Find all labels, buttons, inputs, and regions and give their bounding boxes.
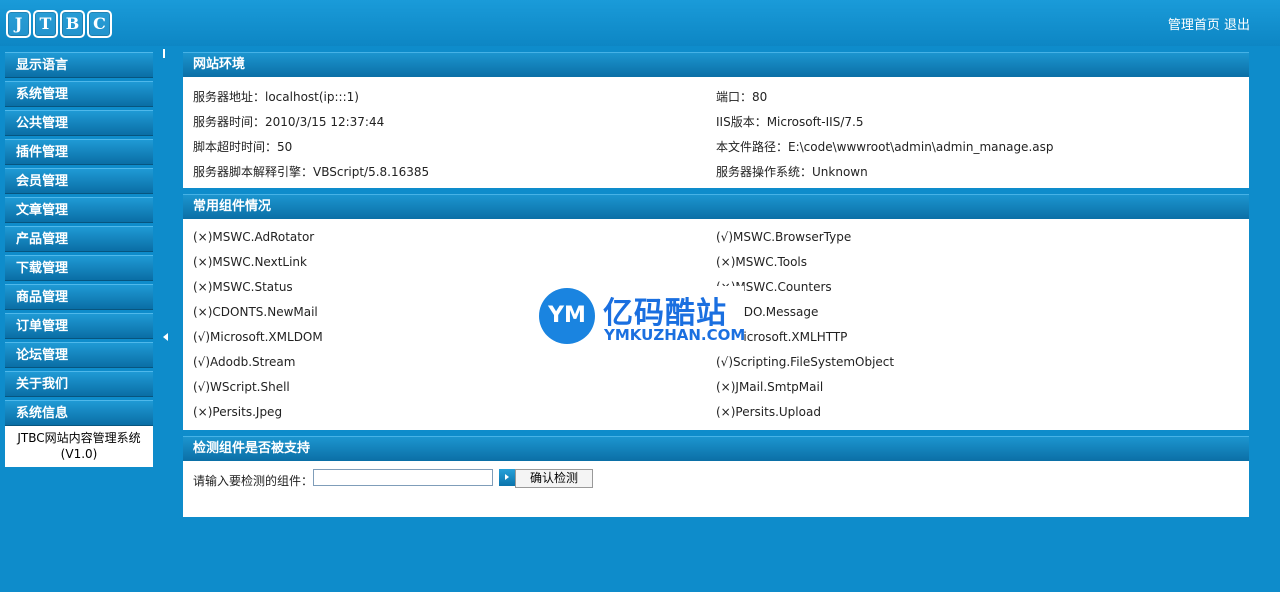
panel-body: 服务器地址：localhost(ip:::1) 服务器时间：2010/3/15 …: [183, 77, 1249, 188]
sidebar-item-members[interactable]: 会员管理: [5, 168, 153, 194]
sidebar-item-products[interactable]: 产品管理: [5, 226, 153, 252]
env-script-engine: 服务器脚本解释引擎：VBScript/5.8.16385: [193, 165, 430, 179]
component-item: (×)Persits.Upload: [716, 405, 821, 419]
component-item: (√)Microsoft.XMLDOM: [193, 330, 323, 344]
sidebar: 显示语言 系统管理 公共管理 插件管理 会员管理 文章管理 产品管理 下载管理 …: [5, 52, 153, 467]
component-item: (×)JMail.SmtpMail: [716, 380, 824, 394]
jtbc-logo[interactable]: J T B C: [6, 10, 112, 38]
watermark-logo-icon: YM: [539, 288, 595, 344]
sidebar-item-system-info[interactable]: 系统信息: [5, 400, 153, 426]
logo-letter: J: [6, 10, 31, 38]
sidebar-item-system[interactable]: 系统管理: [5, 81, 153, 107]
sidebar-item-about[interactable]: 关于我们: [5, 371, 153, 397]
env-server-time: 服务器时间：2010/3/15 12:37:44: [193, 115, 385, 129]
logo-letter: T: [33, 10, 58, 38]
component-item: (√)Scripting.FileSystemObject: [716, 355, 895, 369]
component-item: (×)Persits.Jpeg: [193, 405, 283, 419]
component-item: (×)MSWC.AdRotator: [193, 230, 315, 244]
component-item: (×)MSWC.NextLink: [193, 255, 307, 269]
check-prompt-label: 请输入要检测的组件：: [193, 474, 314, 488]
sidebar-item-public[interactable]: 公共管理: [5, 110, 153, 136]
env-server-address: 服务器地址：localhost(ip:::1): [193, 90, 359, 104]
logo-letter: C: [87, 10, 112, 38]
top-bar: J T B C 管理首页 退出: [0, 0, 1280, 46]
logout-link[interactable]: 退出: [1224, 18, 1250, 33]
panel-title: 网站环境: [183, 52, 1249, 77]
env-server-os: 服务器操作系统：Unknown: [716, 165, 868, 179]
env-port: 端口：80: [716, 90, 768, 104]
panel-body: 请输入要检测的组件： 确认检测: [183, 461, 1249, 517]
env-file-path: 本文件路径：E:\code\wwwroot\admin\admin_manage…: [716, 140, 1054, 154]
component-name-input[interactable]: [313, 469, 493, 486]
component-item: (×)MSWC.Status: [193, 280, 293, 294]
sidebar-item-orders[interactable]: 订单管理: [5, 313, 153, 339]
panel-title: 常用组件情况: [183, 194, 1249, 219]
check-component-panel: 检测组件是否被支持 请输入要检测的组件： 确认检测: [183, 436, 1249, 517]
environment-panel: 网站环境 服务器地址：localhost(ip:::1) 服务器时间：2010/…: [183, 52, 1249, 188]
component-item: (√)MSWC.BrowserType: [716, 230, 852, 244]
sidebar-item-plugins[interactable]: 插件管理: [5, 139, 153, 165]
watermark: YM 亿码酷站 YMKUZHAN.COM: [539, 286, 746, 346]
env-script-timeout: 脚本超时时间：50: [193, 140, 293, 154]
top-links: 管理首页 退出: [1168, 14, 1250, 33]
sidebar-item-goods[interactable]: 商品管理: [5, 284, 153, 310]
component-item: (√)WScript.Shell: [193, 380, 290, 394]
system-name: JTBC网站内容管理系统: [17, 431, 141, 445]
sidebar-item-downloads[interactable]: 下载管理: [5, 255, 153, 281]
collapse-sidebar-icon[interactable]: [163, 333, 168, 341]
arrow-right-icon[interactable]: [499, 469, 515, 486]
admin-home-link[interactable]: 管理首页: [1168, 18, 1220, 33]
component-item: (×)CDONTS.NewMail: [193, 305, 318, 319]
system-version: (V1.0): [60, 447, 98, 461]
divider-marker: [163, 49, 165, 58]
env-iis-version: IIS版本：Microsoft-IIS/7.5: [716, 115, 864, 129]
logo-letter: B: [60, 10, 85, 38]
watermark-en-text: YMKUZHAN.COM: [604, 326, 746, 344]
system-info-box: JTBC网站内容管理系统 (V1.0): [5, 426, 153, 467]
sidebar-item-language[interactable]: 显示语言: [5, 52, 153, 78]
sidebar-item-forum[interactable]: 论坛管理: [5, 342, 153, 368]
component-item: (×)MSWC.Tools: [716, 255, 808, 269]
component-item: (√)Adodb.Stream: [193, 355, 296, 369]
sidebar-item-articles[interactable]: 文章管理: [5, 197, 153, 223]
confirm-check-button[interactable]: 确认检测: [515, 469, 593, 488]
panel-title: 检测组件是否被支持: [183, 436, 1249, 461]
